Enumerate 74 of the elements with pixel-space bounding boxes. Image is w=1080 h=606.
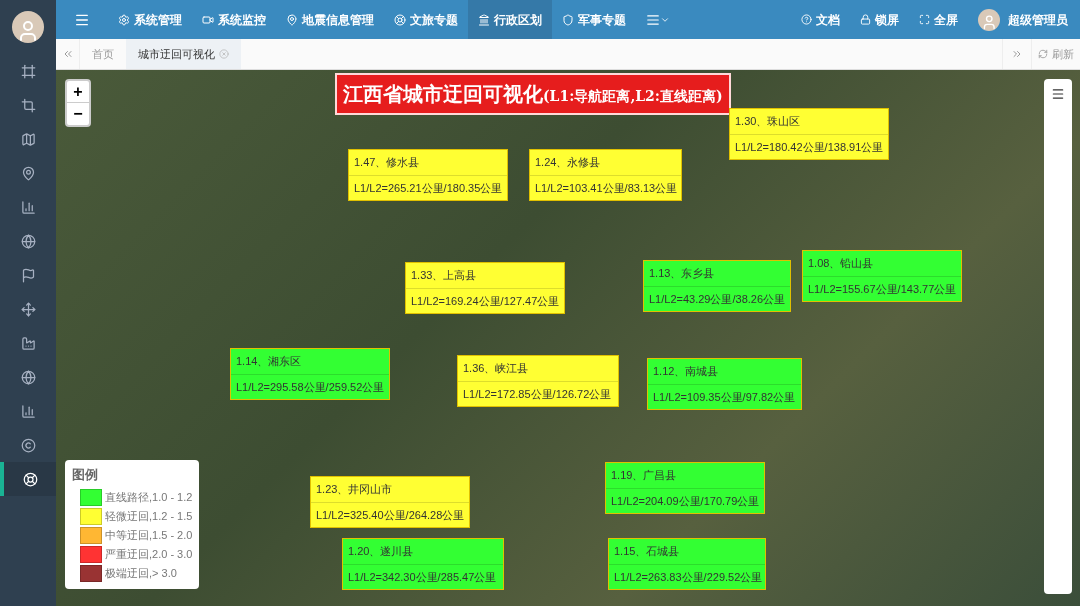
lifebuoy-icon (394, 13, 406, 26)
factory-icon (20, 335, 36, 351)
nav-item[interactable]: 系统监控 (192, 0, 276, 39)
distance-ratio: L1/L2=180.42公里/138.91公里 (734, 139, 885, 155)
globe-icon (20, 369, 36, 385)
legend-label: 严重迂回,2.0 - 3.0 (105, 546, 193, 562)
nav-link[interactable]: 全屏 (909, 0, 968, 39)
legend-label: 极端迂回,> 3.0 (105, 565, 177, 581)
layers-menu-icon (1051, 87, 1065, 101)
bank-icon (478, 13, 490, 26)
shield-icon (562, 13, 574, 26)
city-name: 1.30、珠山区 (730, 109, 888, 135)
nav-item[interactable]: 军事专题 (552, 0, 636, 39)
distance-ratio: L1/L2=263.83公里/229.52公里 (613, 569, 764, 585)
city-name: 1.23、井冈山市 (311, 477, 469, 503)
map-title-banner: 江西省城市迂回可视化(L1:导航距离,L2:直线距离) (335, 73, 731, 115)
city-name: 1.08、铅山县 (803, 251, 961, 277)
distance-ratio: L1/L2=109.35公里/97.82公里 (652, 389, 797, 405)
distance-ratio: L1/L2=43.29公里/38.26公里 (648, 291, 787, 307)
globe-icon (20, 233, 36, 249)
list-icon (646, 12, 660, 27)
expand-icon (919, 14, 930, 25)
city-name: 1.12、南城县 (648, 359, 801, 385)
city-name: 1.14、湘东区 (231, 349, 389, 375)
map-icon (20, 131, 36, 147)
lock-icon (860, 14, 871, 25)
nav-link[interactable]: 文档 (791, 0, 850, 39)
city-name: 1.15、石城县 (609, 539, 765, 565)
legend-title: 图例 (72, 466, 99, 484)
nav-link[interactable]: 锁屏 (850, 0, 909, 39)
sidebar-item[interactable] (0, 462, 56, 496)
city-name: 1.13、东乡县 (644, 261, 790, 287)
help-icon (801, 14, 812, 25)
distance-ratio: L1/L2=172.85公里/126.72公里 (462, 386, 613, 402)
zoom-in-button[interactable]: + (67, 81, 89, 103)
city-name: 1.24、永修县 (530, 150, 681, 176)
distance-ratio: L1/L2=103.41公里/83.13公里 (534, 180, 679, 196)
nav-item[interactable]: 系统管理 (108, 0, 192, 39)
page-tab[interactable]: 城市迂回可视化 (126, 39, 241, 69)
distance-ratio: L1/L2=342.30公里/285.47公里 (347, 569, 498, 585)
flag-icon (20, 267, 36, 283)
city-name: 1.33、上高县 (406, 263, 564, 289)
city-name: 1.36、峡江县 (458, 356, 618, 382)
city-name: 1.19、广昌县 (606, 463, 764, 489)
distance-ratio: L1/L2=325.40公里/264.28公里 (315, 507, 466, 523)
pin-icon (20, 165, 36, 181)
page-tab[interactable]: 首页 (80, 39, 126, 69)
double-right-icon (1011, 48, 1023, 60)
chart-icon (20, 199, 36, 215)
move-icon (20, 301, 36, 317)
legend-label: 直线路径,1.0 - 1.2 (105, 489, 193, 505)
distance-ratio: L1/L2=265.21公里/180.35公里 (353, 180, 504, 196)
zoom-out-button[interactable]: − (67, 103, 89, 125)
user-menu[interactable]: 超级管理员 (968, 0, 1080, 39)
city-name: 1.20、遂川县 (343, 539, 503, 565)
chart-icon (20, 403, 36, 419)
pin-icon (286, 13, 298, 26)
crop-icon (20, 97, 36, 113)
legend-label: 轻微迂回,1.2 - 1.5 (105, 508, 193, 524)
menu-icon[interactable] (1051, 87, 1065, 101)
refresh-button[interactable]: 刷新 (1032, 39, 1080, 69)
nav-item[interactable]: 行政区划 (468, 0, 552, 39)
nav-item[interactable]: 地震信息管理 (276, 0, 384, 39)
distance-ratio: L1/L2=169.24公里/127.47公里 (410, 293, 561, 309)
gear-icon (118, 13, 130, 26)
nav-item[interactable]: 文旅专题 (384, 0, 468, 39)
distance-ratio: L1/L2=155.67公里/143.77公里 (807, 281, 958, 297)
camera-icon (202, 13, 214, 26)
refresh-icon (1038, 49, 1048, 59)
distance-ratio: L1/L2=295.58公里/259.52公里 (235, 379, 386, 395)
legend-label: 中等迂回,1.5 - 2.0 (105, 527, 193, 543)
distance-ratio: L1/L2=204.09公里/170.79公里 (610, 493, 761, 509)
city-name: 1.47、修水县 (349, 150, 507, 176)
lifebuoy-icon (22, 471, 38, 487)
